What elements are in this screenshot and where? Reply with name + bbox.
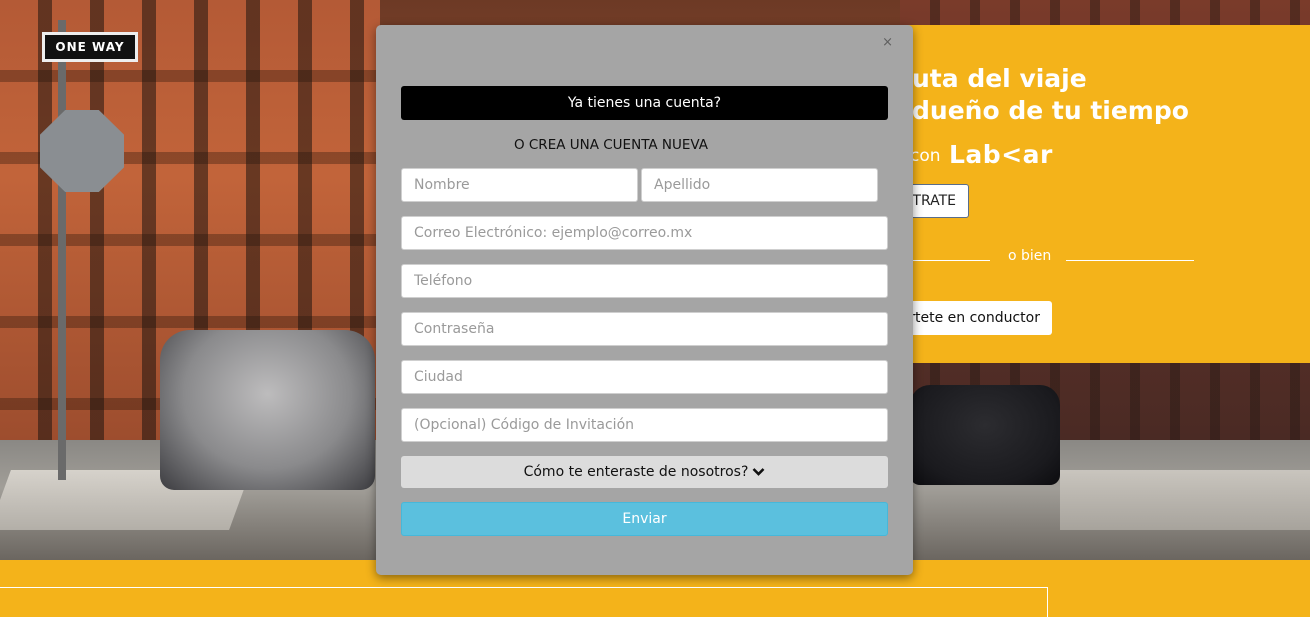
close-icon[interactable]: × — [882, 35, 893, 50]
email-field[interactable] — [401, 216, 888, 250]
bottom-outline-box — [0, 587, 1048, 617]
sign-pole — [58, 20, 66, 480]
how-did-you-hear-dropdown[interactable]: Cómo te enteraste de nosotros? — [401, 456, 888, 488]
stop-sign-back — [40, 110, 124, 192]
promo-con-text: con — [910, 146, 941, 166]
promo-headline-line1: uta del viaje — [912, 64, 1087, 93]
last-name-field[interactable] — [641, 168, 878, 202]
parked-car-left — [160, 330, 375, 490]
phone-field[interactable] — [401, 264, 888, 298]
existing-account-button[interactable]: Ya tienes una cuenta? — [401, 86, 888, 120]
city-field[interactable] — [401, 360, 888, 394]
chevron-down-icon — [752, 467, 765, 477]
signup-modal: × Ya tienes una cuenta? O CREA UNA CUENT… — [376, 25, 913, 575]
one-way-sign: ONE WAY — [42, 32, 138, 62]
parked-car-right — [910, 385, 1060, 485]
sidewalk-right — [1060, 470, 1310, 530]
promo-headline-line2: dueño de tu tiempo — [912, 96, 1189, 125]
how-did-you-hear-label: Cómo te enteraste de nosotros? — [523, 464, 749, 480]
password-field[interactable] — [401, 312, 888, 346]
submit-button[interactable]: Enviar — [401, 502, 888, 536]
divider-text: o bien — [1008, 248, 1052, 264]
divider-right — [1066, 260, 1194, 261]
first-name-field[interactable] — [401, 168, 638, 202]
brand-logo: Lab<ar — [949, 140, 1053, 169]
create-account-heading: O CREA UNA CUENTA NUEVA — [513, 137, 709, 153]
invite-code-field[interactable] — [401, 408, 888, 442]
